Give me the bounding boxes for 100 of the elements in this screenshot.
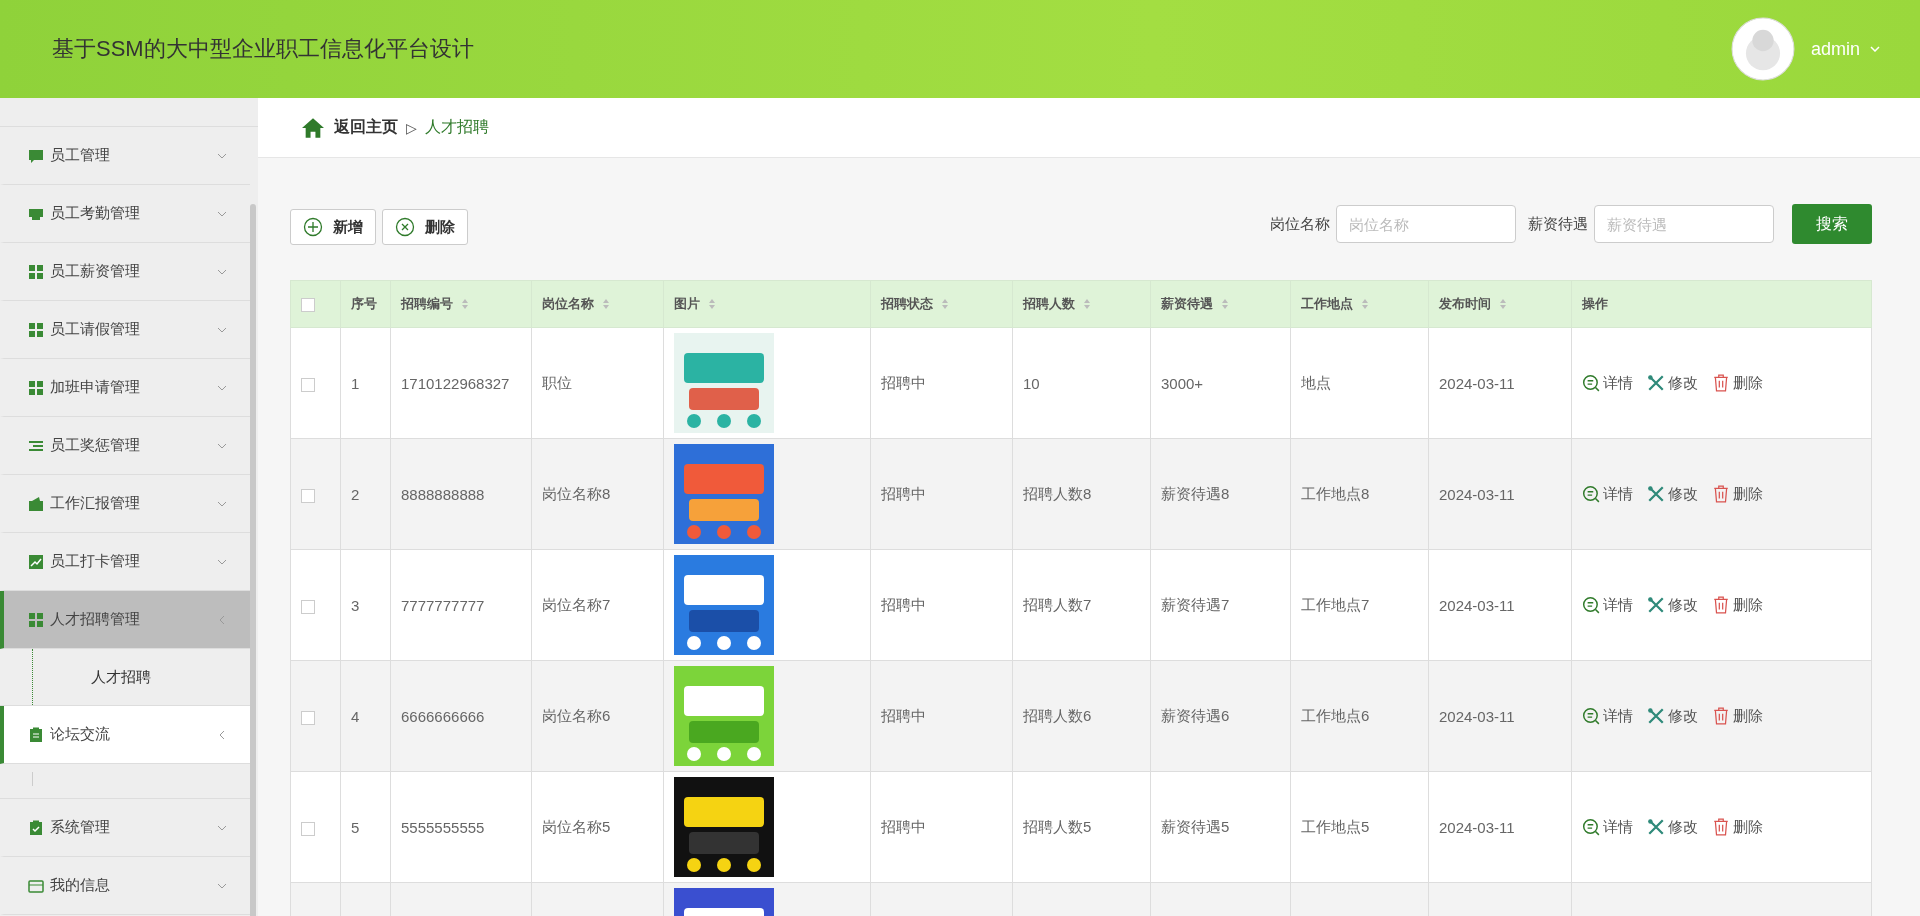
table-cell: 1 (351, 374, 360, 392)
menu-icon (28, 877, 44, 894)
table-cell: 工作地点5 (1301, 817, 1370, 835)
add-button[interactable]: 新增 (290, 209, 376, 245)
trash-icon (1712, 374, 1730, 392)
table-cell: 3000+ (1161, 374, 1204, 392)
table-cell: 招聘人数7 (1023, 595, 1092, 613)
table-cell: 4 (351, 707, 360, 725)
plus-circle-icon (303, 217, 323, 237)
sidebar-item[interactable]: 人才招聘管理 (0, 591, 250, 649)
table-cell: 薪资待遇7 (1161, 595, 1230, 613)
magnifier-icon (1582, 374, 1600, 392)
column-header[interactable]: 操作 (1582, 295, 1608, 313)
table-cell: 5 (351, 818, 360, 836)
detail-link[interactable]: 详情 (1582, 706, 1633, 726)
table-cell: 招聘中 (881, 595, 926, 613)
checkbox[interactable] (301, 377, 315, 392)
checkbox[interactable] (301, 488, 315, 503)
edit-link[interactable]: 修改 (1647, 484, 1698, 504)
table-cell: 2024-03-11 (1439, 374, 1515, 392)
edit-link[interactable]: 修改 (1647, 706, 1698, 726)
sort-icon[interactable] (1221, 298, 1229, 310)
menu-icon (28, 321, 44, 338)
table-cell: 招聘人数5 (1023, 817, 1092, 835)
column-header[interactable]: 岗位名称 (542, 295, 594, 313)
detail-link[interactable]: 详情 (1582, 484, 1633, 504)
trash-icon (1712, 596, 1730, 614)
menu-icon (28, 611, 44, 628)
table-cell: 薪资待遇5 (1161, 817, 1230, 835)
table-cell: 招聘中 (881, 373, 926, 391)
edit-link[interactable]: 修改 (1647, 817, 1698, 837)
checkbox[interactable] (301, 821, 315, 836)
delete-link[interactable]: 删除 (1712, 706, 1763, 726)
table-cell: 1710122968327 (401, 374, 510, 392)
sidebar-item[interactable]: 员工管理 (0, 127, 250, 185)
close-circle-icon (395, 217, 415, 237)
table-cell: 招聘中 (881, 817, 926, 835)
magnifier-icon (1582, 818, 1600, 836)
sort-icon[interactable] (461, 298, 469, 310)
table-cell: 6666666666 (401, 707, 485, 725)
menu-icon (28, 263, 44, 280)
sidebar-item[interactable]: 论坛交流 (0, 706, 250, 764)
table-cell: 2 (351, 485, 360, 503)
delete-link[interactable]: 删除 (1712, 595, 1763, 615)
detail-link[interactable]: 详情 (1582, 595, 1633, 615)
menu-icon (28, 379, 44, 396)
table-cell: 薪资待遇6 (1161, 706, 1230, 724)
breadcrumb-separator: ▷ (406, 119, 417, 136)
sort-icon[interactable] (708, 298, 716, 310)
column-header[interactable]: 招聘状态 (881, 295, 933, 313)
sidebar-item[interactable]: 员工考勤管理 (0, 185, 250, 243)
home-icon[interactable] (300, 116, 326, 139)
column-header[interactable]: 工作地点 (1301, 295, 1353, 313)
column-header[interactable]: 图片 (674, 295, 700, 313)
edit-link[interactable]: 修改 (1647, 373, 1698, 393)
table-cell: 工作地点8 (1301, 484, 1370, 502)
trash-icon (1712, 485, 1730, 503)
column-header[interactable]: 招聘编号 (401, 295, 453, 313)
delete-button[interactable]: 删除 (382, 209, 468, 245)
home-link[interactable]: 返回主页 (334, 117, 398, 138)
avatar-icon[interactable] (1730, 17, 1795, 81)
column-header[interactable]: 发布时间 (1439, 295, 1491, 313)
table-cell: 招聘中 (881, 484, 926, 502)
sort-icon[interactable] (602, 298, 610, 310)
checkbox[interactable] (301, 297, 315, 312)
search-field[interactable]: 岗位名称 (1336, 205, 1516, 243)
column-header[interactable]: 招聘人数 (1023, 295, 1075, 313)
checkbox[interactable] (301, 710, 315, 725)
search-field[interactable]: 薪资待遇 (1594, 205, 1774, 243)
menu-icon (28, 495, 44, 512)
delete-link[interactable]: 删除 (1712, 373, 1763, 393)
app-title: 基于SSM的大中型企业职工信息化平台设计 (52, 35, 474, 63)
menu-icon (28, 147, 44, 164)
table-cell: 岗位名称7 (542, 595, 611, 613)
edit-link[interactable]: 修改 (1647, 595, 1698, 615)
caret-icon[interactable] (1870, 46, 1880, 52)
detail-link[interactable]: 详情 (1582, 817, 1633, 837)
sort-icon[interactable] (1361, 298, 1369, 310)
sort-icon[interactable] (1083, 298, 1091, 310)
table-cell: 2024-03-11 (1439, 818, 1515, 836)
sort-icon[interactable] (1499, 298, 1507, 310)
table-cell: 招聘中 (881, 706, 926, 724)
search-button[interactable]: 搜索 (1792, 204, 1872, 244)
trash-icon (1712, 707, 1730, 725)
table-cell: 2024-03-11 (1439, 596, 1515, 614)
table-cell: 工作地点6 (1301, 706, 1370, 724)
table-cell: 招聘人数8 (1023, 484, 1092, 502)
table-cell: 地点 (1301, 373, 1331, 391)
table-cell: 5555555555 (401, 818, 485, 836)
filter-label: 岗位名称 (1270, 214, 1330, 234)
column-header[interactable]: 序号 (351, 295, 377, 313)
checkbox[interactable] (301, 599, 315, 614)
magnifier-icon (1582, 485, 1600, 503)
column-header[interactable]: 薪资待遇 (1161, 295, 1213, 313)
delete-link[interactable]: 删除 (1712, 817, 1763, 837)
sort-icon[interactable] (941, 298, 949, 310)
magnifier-icon (1582, 707, 1600, 725)
detail-link[interactable]: 详情 (1582, 373, 1633, 393)
delete-link[interactable]: 删除 (1712, 484, 1763, 504)
table-cell: 职位 (542, 373, 572, 391)
